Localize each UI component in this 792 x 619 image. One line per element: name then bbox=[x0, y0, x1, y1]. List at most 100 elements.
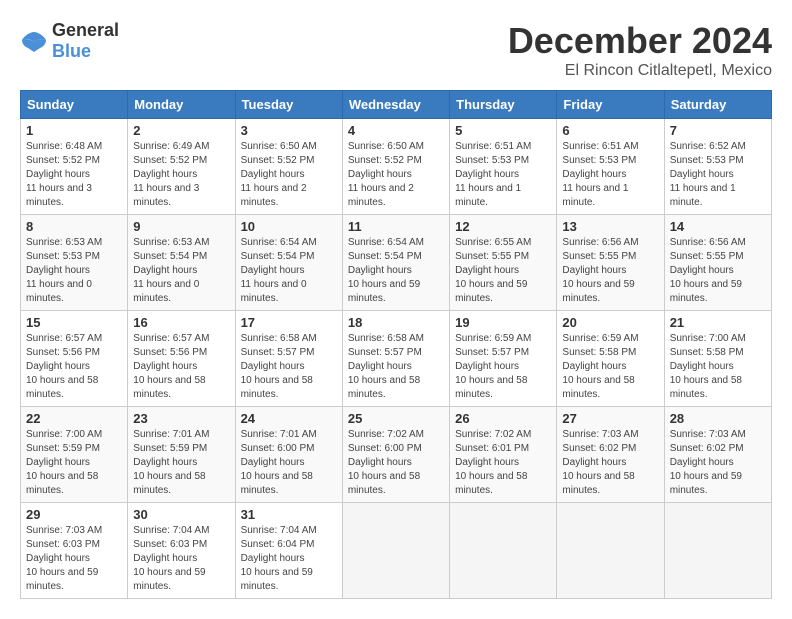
day-number: 20 bbox=[562, 315, 658, 330]
calendar-cell: 7 Sunrise: 6:52 AM Sunset: 5:53 PM Dayli… bbox=[664, 119, 771, 215]
week-row-3: 15 Sunrise: 6:57 AM Sunset: 5:56 PM Dayl… bbox=[21, 311, 772, 407]
day-number: 17 bbox=[241, 315, 337, 330]
week-row-1: 1 Sunrise: 6:48 AM Sunset: 5:52 PM Dayli… bbox=[21, 119, 772, 215]
day-number: 26 bbox=[455, 411, 551, 426]
day-number: 12 bbox=[455, 219, 551, 234]
calendar-cell: 17 Sunrise: 6:58 AM Sunset: 5:57 PM Dayl… bbox=[235, 311, 342, 407]
calendar-cell: 3 Sunrise: 6:50 AM Sunset: 5:52 PM Dayli… bbox=[235, 119, 342, 215]
calendar-cell: 12 Sunrise: 6:55 AM Sunset: 5:55 PM Dayl… bbox=[450, 215, 557, 311]
logo-blue: Blue bbox=[52, 41, 91, 61]
calendar-cell bbox=[664, 503, 771, 599]
day-number: 9 bbox=[133, 219, 229, 234]
header-day-saturday: Saturday bbox=[664, 91, 771, 119]
calendar-cell bbox=[342, 503, 449, 599]
day-info: Sunrise: 7:00 AM Sunset: 5:59 PM Dayligh… bbox=[26, 428, 122, 498]
week-row-2: 8 Sunrise: 6:53 AM Sunset: 5:53 PM Dayli… bbox=[21, 215, 772, 311]
day-info: Sunrise: 7:00 AM Sunset: 5:58 PM Dayligh… bbox=[670, 332, 766, 402]
day-info: Sunrise: 6:52 AM Sunset: 5:53 PM Dayligh… bbox=[670, 140, 766, 210]
logo-general: General bbox=[52, 20, 119, 40]
day-info: Sunrise: 6:54 AM Sunset: 5:54 PM Dayligh… bbox=[241, 236, 337, 306]
day-info: Sunrise: 6:48 AM Sunset: 5:52 PM Dayligh… bbox=[26, 140, 122, 210]
day-info: Sunrise: 6:58 AM Sunset: 5:57 PM Dayligh… bbox=[348, 332, 444, 402]
header-day-friday: Friday bbox=[557, 91, 664, 119]
calendar-cell: 9 Sunrise: 6:53 AM Sunset: 5:54 PM Dayli… bbox=[128, 215, 235, 311]
calendar-cell: 18 Sunrise: 6:58 AM Sunset: 5:57 PM Dayl… bbox=[342, 311, 449, 407]
day-info: Sunrise: 7:01 AM Sunset: 5:59 PM Dayligh… bbox=[133, 428, 229, 498]
calendar-cell: 30 Sunrise: 7:04 AM Sunset: 6:03 PM Dayl… bbox=[128, 503, 235, 599]
calendar-cell: 2 Sunrise: 6:49 AM Sunset: 5:52 PM Dayli… bbox=[128, 119, 235, 215]
calendar-cell: 29 Sunrise: 7:03 AM Sunset: 6:03 PM Dayl… bbox=[21, 503, 128, 599]
day-info: Sunrise: 6:57 AM Sunset: 5:56 PM Dayligh… bbox=[133, 332, 229, 402]
calendar-cell: 26 Sunrise: 7:02 AM Sunset: 6:01 PM Dayl… bbox=[450, 407, 557, 503]
day-info: Sunrise: 6:53 AM Sunset: 5:53 PM Dayligh… bbox=[26, 236, 122, 306]
calendar-cell: 15 Sunrise: 6:57 AM Sunset: 5:56 PM Dayl… bbox=[21, 311, 128, 407]
calendar-cell: 19 Sunrise: 6:59 AM Sunset: 5:57 PM Dayl… bbox=[450, 311, 557, 407]
day-info: Sunrise: 6:56 AM Sunset: 5:55 PM Dayligh… bbox=[562, 236, 658, 306]
day-info: Sunrise: 6:51 AM Sunset: 5:53 PM Dayligh… bbox=[562, 140, 658, 210]
calendar-cell: 1 Sunrise: 6:48 AM Sunset: 5:52 PM Dayli… bbox=[21, 119, 128, 215]
day-number: 14 bbox=[670, 219, 766, 234]
calendar-cell: 10 Sunrise: 6:54 AM Sunset: 5:54 PM Dayl… bbox=[235, 215, 342, 311]
calendar-cell: 8 Sunrise: 6:53 AM Sunset: 5:53 PM Dayli… bbox=[21, 215, 128, 311]
day-info: Sunrise: 7:02 AM Sunset: 6:01 PM Dayligh… bbox=[455, 428, 551, 498]
day-number: 29 bbox=[26, 507, 122, 522]
header-day-tuesday: Tuesday bbox=[235, 91, 342, 119]
calendar-cell: 20 Sunrise: 6:59 AM Sunset: 5:58 PM Dayl… bbox=[557, 311, 664, 407]
calendar-cell bbox=[557, 503, 664, 599]
day-info: Sunrise: 6:53 AM Sunset: 5:54 PM Dayligh… bbox=[133, 236, 229, 306]
week-row-4: 22 Sunrise: 7:00 AM Sunset: 5:59 PM Dayl… bbox=[21, 407, 772, 503]
calendar-cell: 16 Sunrise: 6:57 AM Sunset: 5:56 PM Dayl… bbox=[128, 311, 235, 407]
calendar-cell: 31 Sunrise: 7:04 AM Sunset: 6:04 PM Dayl… bbox=[235, 503, 342, 599]
day-info: Sunrise: 6:57 AM Sunset: 5:56 PM Dayligh… bbox=[26, 332, 122, 402]
calendar-cell: 14 Sunrise: 6:56 AM Sunset: 5:55 PM Dayl… bbox=[664, 215, 771, 311]
header-day-wednesday: Wednesday bbox=[342, 91, 449, 119]
day-info: Sunrise: 6:55 AM Sunset: 5:55 PM Dayligh… bbox=[455, 236, 551, 306]
day-number: 10 bbox=[241, 219, 337, 234]
calendar-cell: 25 Sunrise: 7:02 AM Sunset: 6:00 PM Dayl… bbox=[342, 407, 449, 503]
calendar-cell: 11 Sunrise: 6:54 AM Sunset: 5:54 PM Dayl… bbox=[342, 215, 449, 311]
header-day-thursday: Thursday bbox=[450, 91, 557, 119]
logo: General Blue bbox=[20, 20, 119, 62]
day-info: Sunrise: 6:50 AM Sunset: 5:52 PM Dayligh… bbox=[348, 140, 444, 210]
day-info: Sunrise: 6:54 AM Sunset: 5:54 PM Dayligh… bbox=[348, 236, 444, 306]
day-number: 22 bbox=[26, 411, 122, 426]
day-info: Sunrise: 7:04 AM Sunset: 6:03 PM Dayligh… bbox=[133, 524, 229, 594]
month-title: December 2024 bbox=[508, 20, 772, 62]
day-number: 4 bbox=[348, 123, 444, 138]
day-number: 30 bbox=[133, 507, 229, 522]
day-number: 6 bbox=[562, 123, 658, 138]
calendar-cell: 27 Sunrise: 7:03 AM Sunset: 6:02 PM Dayl… bbox=[557, 407, 664, 503]
day-number: 8 bbox=[26, 219, 122, 234]
day-info: Sunrise: 7:03 AM Sunset: 6:02 PM Dayligh… bbox=[670, 428, 766, 498]
day-info: Sunrise: 6:49 AM Sunset: 5:52 PM Dayligh… bbox=[133, 140, 229, 210]
location-title: El Rincon Citlaltepetl, Mexico bbox=[508, 62, 772, 80]
calendar-cell: 21 Sunrise: 7:00 AM Sunset: 5:58 PM Dayl… bbox=[664, 311, 771, 407]
header: General Blue December 2024 El Rincon Cit… bbox=[20, 20, 772, 80]
calendar-cell bbox=[450, 503, 557, 599]
day-info: Sunrise: 7:02 AM Sunset: 6:00 PM Dayligh… bbox=[348, 428, 444, 498]
day-info: Sunrise: 6:56 AM Sunset: 5:55 PM Dayligh… bbox=[670, 236, 766, 306]
day-number: 28 bbox=[670, 411, 766, 426]
day-info: Sunrise: 6:51 AM Sunset: 5:53 PM Dayligh… bbox=[455, 140, 551, 210]
day-info: Sunrise: 6:59 AM Sunset: 5:57 PM Dayligh… bbox=[455, 332, 551, 402]
day-info: Sunrise: 6:50 AM Sunset: 5:52 PM Dayligh… bbox=[241, 140, 337, 210]
logo-bird-icon bbox=[20, 30, 48, 52]
day-number: 23 bbox=[133, 411, 229, 426]
day-number: 21 bbox=[670, 315, 766, 330]
calendar-cell: 22 Sunrise: 7:00 AM Sunset: 5:59 PM Dayl… bbox=[21, 407, 128, 503]
calendar-cell: 24 Sunrise: 7:01 AM Sunset: 6:00 PM Dayl… bbox=[235, 407, 342, 503]
day-info: Sunrise: 7:04 AM Sunset: 6:04 PM Dayligh… bbox=[241, 524, 337, 594]
day-number: 11 bbox=[348, 219, 444, 234]
day-info: Sunrise: 7:03 AM Sunset: 6:03 PM Dayligh… bbox=[26, 524, 122, 594]
day-number: 31 bbox=[241, 507, 337, 522]
day-number: 27 bbox=[562, 411, 658, 426]
day-number: 25 bbox=[348, 411, 444, 426]
day-info: Sunrise: 6:58 AM Sunset: 5:57 PM Dayligh… bbox=[241, 332, 337, 402]
calendar-table: SundayMondayTuesdayWednesdayThursdayFrid… bbox=[20, 90, 772, 599]
logo-text: General Blue bbox=[52, 20, 119, 62]
calendar-cell: 4 Sunrise: 6:50 AM Sunset: 5:52 PM Dayli… bbox=[342, 119, 449, 215]
calendar-cell: 5 Sunrise: 6:51 AM Sunset: 5:53 PM Dayli… bbox=[450, 119, 557, 215]
day-number: 7 bbox=[670, 123, 766, 138]
week-row-5: 29 Sunrise: 7:03 AM Sunset: 6:03 PM Dayl… bbox=[21, 503, 772, 599]
title-area: December 2024 El Rincon Citlaltepetl, Me… bbox=[508, 20, 772, 80]
